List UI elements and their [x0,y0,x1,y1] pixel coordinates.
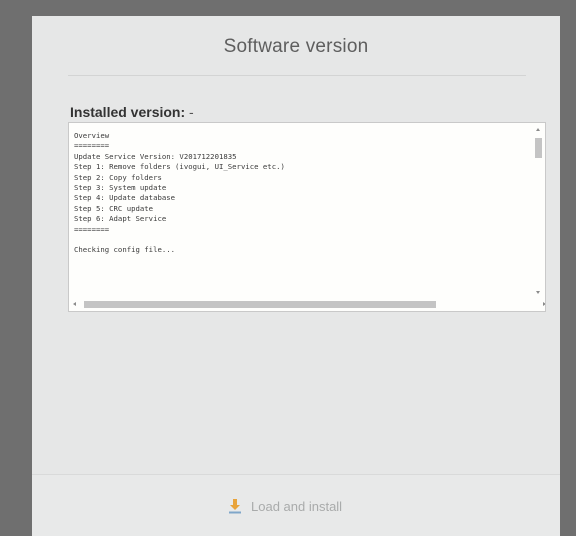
log-line: Checking config file... [74,245,176,255]
load-and-install-label: Load and install [251,498,343,514]
installed-version-value: - [185,104,194,120]
horizontal-scroll-thumb[interactable] [84,301,436,308]
log-line: Step 3: System update [74,183,167,193]
title-divider [68,75,526,76]
load-and-install-button[interactable]: Load and install [228,495,342,517]
log-line: Step 6: Adapt Service [74,214,167,224]
log-line: Step 2: Copy folders [74,172,162,182]
dialog-footer: Load and install [32,475,560,536]
update-log-content: Overview ======== Update Service Version: … [74,131,529,293]
log-line: Step 1: Remove folders (ivogui, UI_Servi… [74,162,285,172]
scroll-left-icon[interactable] [73,302,76,306]
log-line: Step 5: CRC update [74,203,154,213]
dialog-title: Software version [223,36,369,57]
download-icon [229,499,241,514]
scroll-up-icon[interactable] [536,128,540,131]
log-line: Step 4: Update database [74,193,176,203]
software-version-dialog: Software version Installed version: - Ov… [32,16,560,536]
log-line: Overview [74,131,110,140]
installed-version-label: Installed version: - [70,104,194,120]
update-log-textarea[interactable]: Overview ======== Update Service Version: … [68,122,546,312]
log-line: ======== [74,141,110,151]
vertical-scroll-thumb[interactable] [535,138,542,158]
log-line: ======== [74,224,110,234]
log-line: Update Service Version: V201712201835 [74,151,237,161]
scroll-down-icon[interactable] [536,291,540,294]
installed-version-key: Installed version: [70,104,186,120]
log-vertical-scrollbar[interactable] [533,124,544,298]
log-horizontal-scrollbar[interactable] [70,299,545,310]
scroll-right-icon[interactable] [543,302,545,306]
